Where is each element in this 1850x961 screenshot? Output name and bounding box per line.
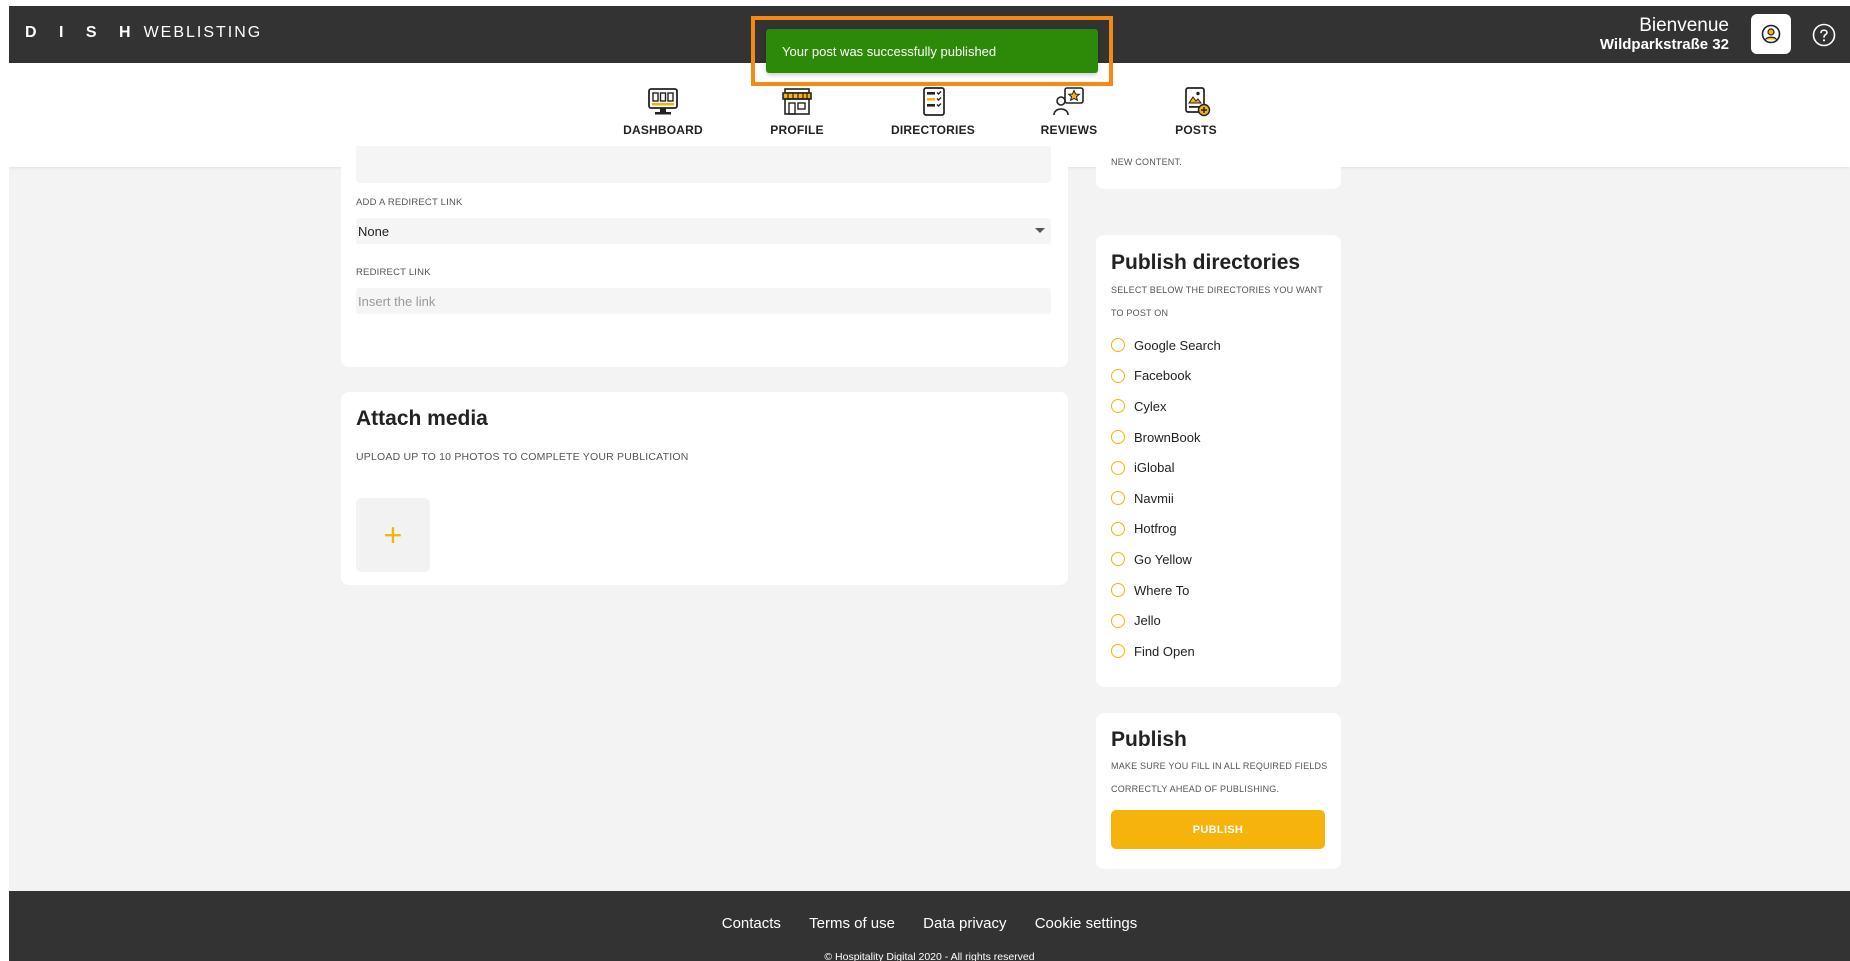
directory-option-brownbook[interactable]: BrownBook — [1111, 422, 1326, 453]
publish-card: Publish MAKE SURE YOU FILL IN ALL REQUIR… — [1096, 713, 1341, 869]
redirect-link-label: REDIRECT LINK — [356, 267, 431, 278]
nav-reviews-label: REVIEWS — [1040, 123, 1098, 137]
logo-bold: D I S H — [25, 24, 140, 41]
footer-link-contacts[interactable]: Contacts — [722, 915, 781, 932]
directory-label: Go Yellow — [1134, 551, 1192, 567]
success-toast[interactable]: Your post was successfully published — [766, 29, 1098, 73]
directory-option-find-open[interactable]: Find Open — [1111, 636, 1326, 667]
publish-title: Publish — [1111, 728, 1187, 751]
welcome-text: Bienvenue — [1639, 15, 1729, 36]
footer: Contacts Terms of use Data privacy Cooki… — [9, 891, 1850, 961]
radio-button[interactable] — [1111, 583, 1125, 598]
publish-directories-card: Publish directories SELECT BELOW THE DIR… — [1096, 235, 1341, 687]
directory-option-cylex[interactable]: Cylex — [1111, 391, 1326, 422]
directory-label: Navmii — [1134, 490, 1174, 506]
text-area-bottom[interactable] — [356, 146, 1051, 183]
post-icon — [1185, 87, 1211, 117]
logo[interactable]: D I S H WEBLISTING — [25, 24, 262, 42]
directory-option-iglobal[interactable]: iGlobal — [1111, 452, 1326, 483]
radio-button[interactable] — [1111, 552, 1125, 567]
radio-button[interactable] — [1111, 399, 1125, 414]
directory-label: Cylex — [1134, 398, 1167, 414]
user-account-button[interactable] — [1751, 14, 1791, 54]
nav-directories-label: DIRECTORIES — [891, 123, 975, 137]
logo-light: WEBLISTING — [143, 24, 263, 41]
redirect-link-input[interactable]: Insert the link — [356, 288, 1051, 314]
directory-label: Facebook — [1134, 368, 1192, 384]
plus-icon: + — [383, 516, 403, 553]
directories-list: Google Search Facebook Cylex BrownBook i… — [1111, 330, 1326, 667]
side-info-card: NEW CONTENT. — [1096, 146, 1341, 189]
side-info-text: NEW CONTENT. — [1111, 157, 1182, 167]
radio-button[interactable] — [1111, 338, 1125, 353]
welcome-block: Bienvenue Wildparkstraße 32 — [1600, 16, 1729, 54]
footer-link-privacy[interactable]: Data privacy — [923, 915, 1006, 932]
location-name: Wildparkstraße 32 — [1599, 36, 1729, 53]
directories-subtitle-1: SELECT BELOW THE DIRECTORIES YOU WANT — [1111, 285, 1323, 295]
attach-media-subtitle: UPLOAD UP TO 10 PHOTOS TO COMPLETE YOUR … — [356, 451, 689, 463]
redirect-link-placeholder: Insert the link — [358, 293, 436, 309]
dashboard-icon — [648, 88, 678, 115]
radio-button[interactable] — [1111, 430, 1125, 445]
question-circle-icon[interactable] — [1812, 23, 1836, 47]
storefront-icon — [782, 88, 812, 115]
directory-option-where-to[interactable]: Where To — [1111, 575, 1326, 606]
nav-directories[interactable]: DIRECTORIES — [878, 87, 988, 137]
radio-button[interactable] — [1111, 521, 1125, 536]
nav-posts[interactable]: POSTS — [1141, 87, 1251, 152]
directory-label: BrownBook — [1134, 429, 1201, 445]
checklist-icon — [923, 87, 945, 116]
nav-profile-label: PROFILE — [770, 123, 824, 137]
copyright: © Hospitality Digital 2020 - All rights … — [824, 951, 1035, 961]
add-photo-button[interactable]: + — [356, 498, 430, 572]
radio-button[interactable] — [1111, 644, 1125, 659]
directories-subtitle-2: TO POST ON — [1111, 308, 1169, 318]
nav-reviews[interactable]: REVIEWS — [1014, 87, 1124, 137]
nav-profile[interactable]: PROFILE — [742, 87, 852, 137]
directory-label: iGlobal — [1134, 460, 1175, 476]
nav-dashboard[interactable]: DASHBOARD — [608, 87, 718, 137]
post-form-card: ADD A REDIRECT LINK None REDIRECT LINK I… — [341, 146, 1068, 367]
directory-label: Where To — [1134, 582, 1190, 598]
footer-link-terms[interactable]: Terms of use — [809, 915, 895, 932]
redirect-select-label: ADD A REDIRECT LINK — [356, 197, 463, 208]
footer-links: Contacts Terms of use Data privacy Cooki… — [9, 915, 1850, 932]
directory-label: Hotfrog — [1134, 521, 1177, 537]
directory-option-jello[interactable]: Jello — [1111, 605, 1326, 636]
star-review-icon — [1053, 87, 1084, 116]
radio-button[interactable] — [1111, 368, 1125, 383]
directory-label: Jello — [1134, 613, 1161, 629]
directories-title: Publish directories — [1111, 251, 1301, 274]
nav-posts-label: POSTS — [1175, 123, 1217, 137]
directory-option-navmii[interactable]: Navmii — [1111, 483, 1326, 514]
attach-media-card: Attach media UPLOAD UP TO 10 PHOTOS TO C… — [341, 392, 1068, 585]
directory-label: Google Search — [1134, 337, 1221, 353]
publish-note-1: MAKE SURE YOU FILL IN ALL REQUIRED FIELD… — [1111, 761, 1328, 771]
radio-button[interactable] — [1111, 613, 1125, 628]
app-frame: D I S H WEBLISTING Bienvenue Wildparkstra… — [9, 6, 1850, 961]
chevron-down-icon — [1035, 228, 1045, 233]
attach-media-title: Attach media — [356, 407, 488, 430]
radio-button[interactable] — [1111, 491, 1125, 506]
radio-button[interactable] — [1111, 460, 1125, 475]
directory-label: Find Open — [1134, 643, 1195, 659]
directory-option-google-search[interactable]: Google Search — [1111, 330, 1326, 361]
user-circle-icon — [1761, 24, 1781, 44]
publish-note-2: CORRECTLY AHEAD OF PUBLISHING. — [1111, 784, 1280, 794]
nav-dashboard-label: DASHBOARD — [623, 123, 703, 137]
directory-option-go-yellow[interactable]: Go Yellow — [1111, 544, 1326, 575]
toast-message: Your post was successfully published — [782, 43, 997, 59]
directory-option-hotfrog[interactable]: Hotfrog — [1111, 514, 1326, 545]
footer-link-cookies[interactable]: Cookie settings — [1035, 915, 1138, 932]
redirect-select-value: None — [358, 223, 390, 239]
publish-button[interactable]: PUBLISH — [1111, 810, 1325, 849]
redirect-select[interactable]: None — [356, 218, 1051, 244]
directory-option-facebook[interactable]: Facebook — [1111, 361, 1326, 392]
